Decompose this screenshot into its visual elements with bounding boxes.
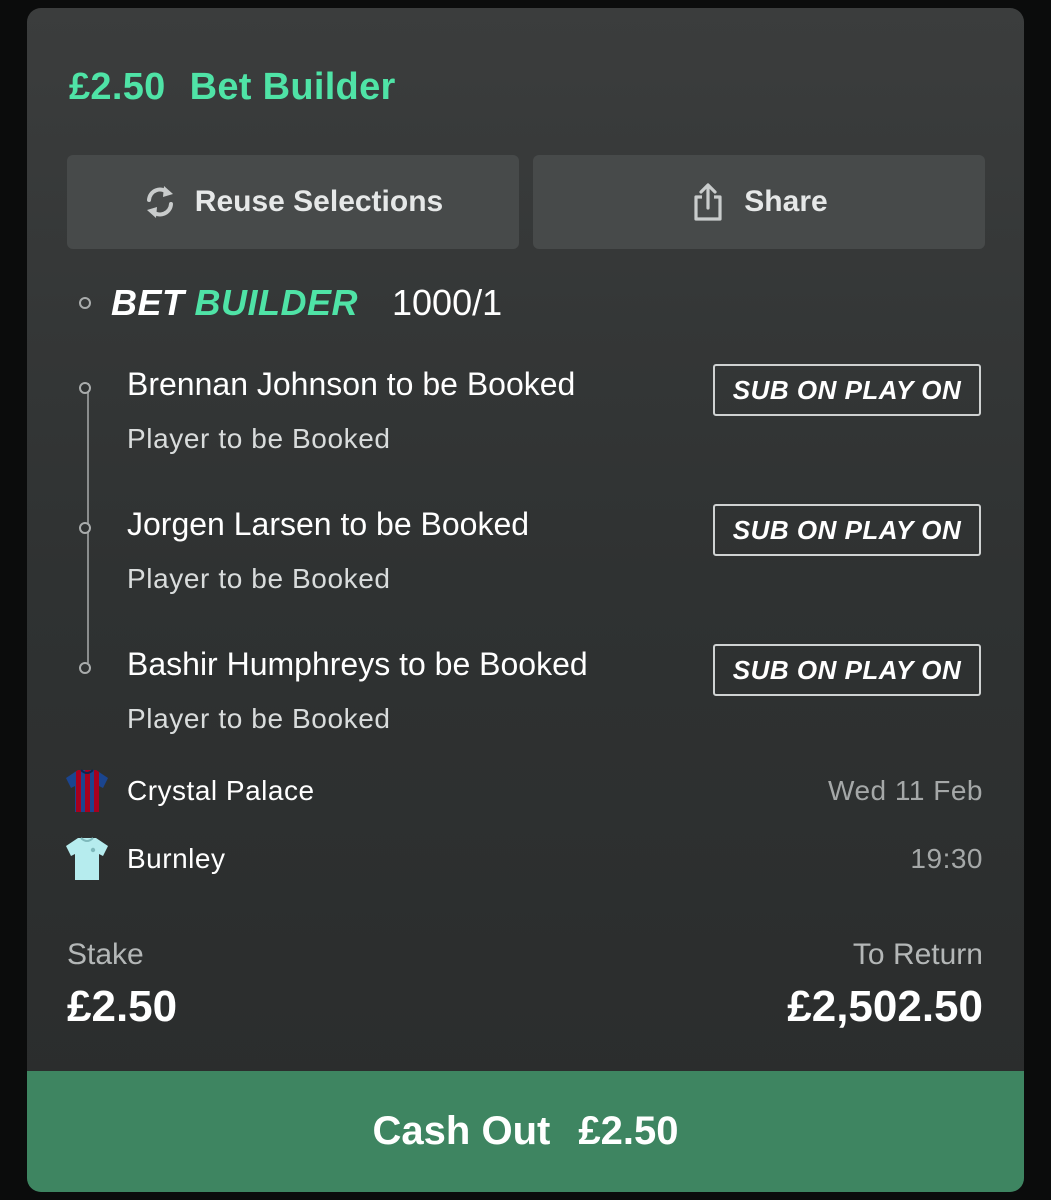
sub-on-play-on-badge[interactable]: SUB ON PLAY ON — [713, 364, 981, 416]
selection-title: Brennan Johnson to be Booked — [127, 366, 576, 402]
burnley-kit-icon — [66, 837, 108, 880]
stake-value: £2.50 — [67, 982, 178, 1031]
header-bet-type: Bet Builder — [189, 65, 396, 108]
logo-word-builder: BUILDER — [194, 282, 358, 323]
selection-title: Bashir Humphreys to be Booked — [127, 646, 588, 682]
match-time: 19:30 — [910, 843, 983, 874]
bet-builder-row: BET BUILDER 1000/1 — [79, 278, 502, 328]
sub-on-play-on-badge[interactable]: SUB ON PLAY ON — [713, 644, 981, 696]
reuse-selections-button[interactable]: Reuse Selections — [67, 155, 519, 249]
share-icon — [694, 183, 722, 221]
crystal-palace-kit-icon — [66, 769, 108, 812]
bet-summary: Stake £2.50 To Return £2,502.50 — [67, 938, 983, 1048]
timeline-dot-icon — [79, 382, 91, 394]
selection-item: Jorgen Larsen to be Booked Player to be … — [27, 504, 1024, 624]
share-label: Share — [744, 185, 828, 218]
away-team-row: Burnley 19:30 — [65, 834, 983, 884]
logo-word-bet: BET — [111, 282, 185, 323]
refresh-icon — [146, 186, 173, 218]
bet-card: £2.50 Bet Builder Reuse Selections Share… — [27, 8, 1024, 1192]
bet-odds: 1000/1 — [392, 282, 503, 323]
header-stake: £2.50 — [69, 65, 166, 108]
away-team-name: Burnley — [127, 843, 226, 874]
selection-item: Bashir Humphreys to be Booked Player to … — [27, 644, 1024, 764]
cash-out-button[interactable]: Cash Out £2.50 — [27, 1071, 1024, 1192]
home-team-name: Crystal Palace — [127, 775, 315, 806]
selection-market: Player to be Booked — [127, 703, 391, 734]
bet-builder-logo: BET BUILDER — [111, 282, 358, 324]
share-button[interactable]: Share — [533, 155, 985, 249]
selection-title: Jorgen Larsen to be Booked — [127, 506, 530, 542]
timeline-dot-icon — [79, 662, 91, 674]
to-return-label: To Return — [852, 938, 983, 971]
selection-market: Player to be Booked — [127, 563, 391, 594]
cash-out-label: Cash Out — [372, 1109, 551, 1153]
home-team-row: Crystal Palace Wed 11 Feb — [65, 766, 983, 816]
cash-out-amount: £2.50 — [578, 1109, 679, 1153]
timeline-dot-icon — [79, 297, 91, 309]
bet-header: £2.50 Bet Builder — [69, 62, 396, 112]
reuse-selections-label: Reuse Selections — [194, 185, 444, 218]
selection-market: Player to be Booked — [127, 423, 391, 454]
match-date: Wed 11 Feb — [828, 775, 983, 806]
to-return-value: £2,502.50 — [787, 982, 983, 1031]
timeline-dot-icon — [79, 522, 91, 534]
sub-on-play-on-badge[interactable]: SUB ON PLAY ON — [713, 504, 981, 556]
stake-label: Stake — [67, 938, 144, 971]
selection-item: Brennan Johnson to be Booked Player to b… — [27, 364, 1024, 484]
